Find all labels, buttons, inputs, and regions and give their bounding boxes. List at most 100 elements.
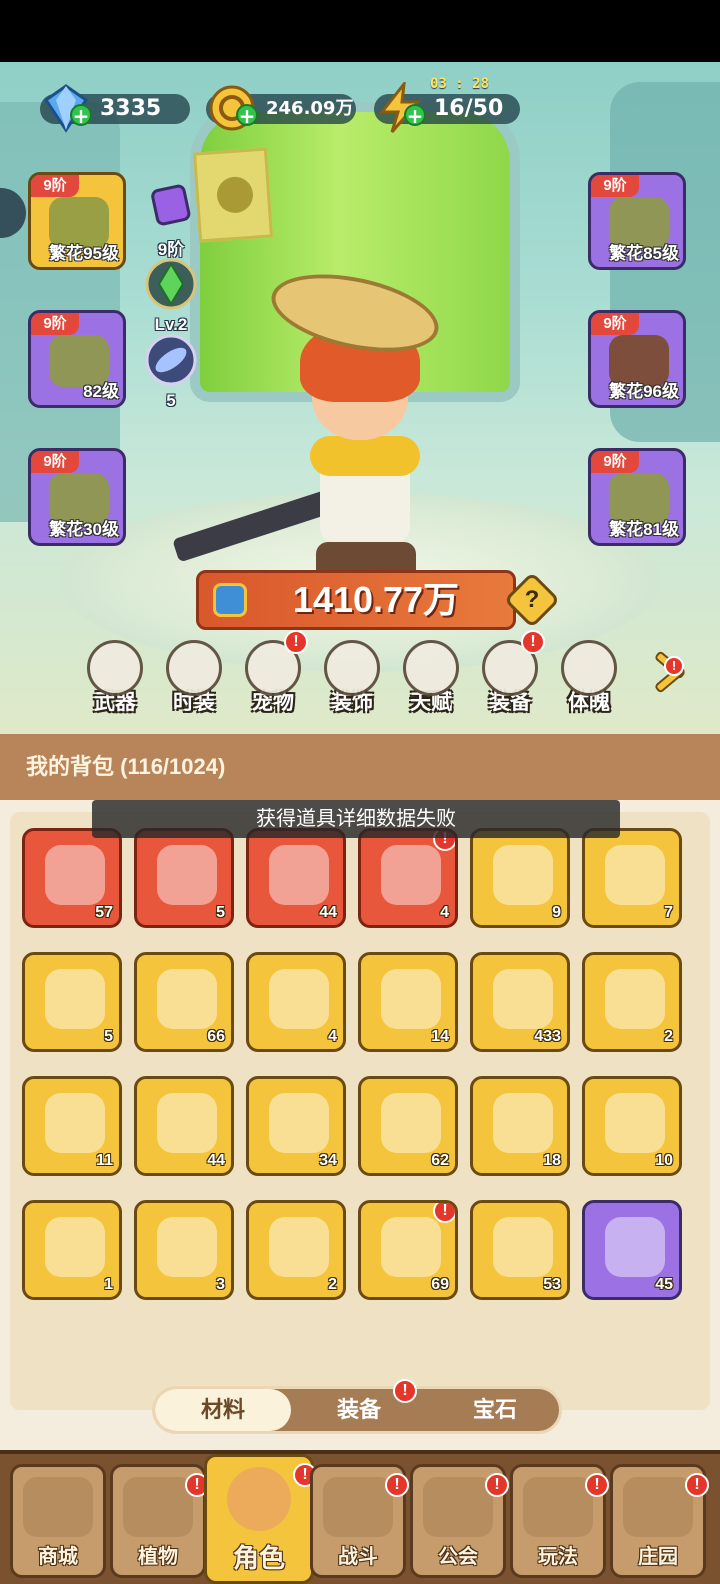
inventory-item[interactable]: 5: [22, 952, 122, 1052]
inventory-item[interactable]: 7: [582, 828, 682, 928]
equip-slot-shirt[interactable]: 9阶 繁花85级: [588, 172, 686, 270]
orb-badge[interactable]: 5: [142, 334, 200, 411]
inventory-item[interactable]: 53: [470, 1200, 570, 1300]
inventory-item[interactable]: 57: [22, 828, 122, 928]
status-bar: [0, 0, 720, 62]
constellation-icon: [403, 640, 459, 696]
inventory-item[interactable]: 66: [134, 952, 234, 1052]
energy-value: 16/50: [434, 96, 504, 121]
item-count: 9: [552, 904, 561, 921]
inventory-item[interactable]: 18: [470, 1076, 570, 1176]
item-count: 7: [664, 904, 673, 921]
nav-gameplay[interactable]: 玩法!: [510, 1464, 609, 1578]
inventory-item[interactable]: 9: [470, 828, 570, 928]
equip-level: 82级: [83, 382, 119, 401]
inventory-item[interactable]: 1: [22, 1200, 122, 1300]
equip-slot-gloves[interactable]: 9阶 82级: [28, 310, 126, 408]
inventory-item[interactable]: 44: [134, 1076, 234, 1176]
item-count: 2: [664, 1028, 673, 1045]
energy-counter[interactable]: + 16/50: [374, 82, 520, 133]
mask-icon: [324, 640, 380, 696]
alert-icon: !: [585, 1473, 609, 1497]
item-count: 10: [655, 1152, 673, 1169]
item-count: 4: [440, 904, 449, 921]
item-count: 57: [95, 904, 113, 921]
nav-label: 商城: [38, 1546, 78, 1568]
inventory-item[interactable]: 69!: [358, 1200, 458, 1300]
equip-level: 繁花81级: [609, 520, 679, 539]
nav-guild[interactable]: 公会!: [410, 1464, 509, 1578]
item-count: 2: [328, 1276, 337, 1293]
gem-level: Lv.2: [154, 315, 188, 334]
inventory-category-tabs: 材料 装备 宝石 !: [152, 1379, 563, 1434]
tab-gems[interactable]: 宝石: [427, 1389, 563, 1431]
emblem-icon: [151, 184, 191, 226]
nav-battle[interactable]: 战斗!: [310, 1464, 409, 1578]
equip-slot-hat[interactable]: 9阶 繁花95级: [28, 172, 126, 270]
inventory-item[interactable]: 34: [246, 1076, 346, 1176]
inventory-item[interactable]: 2: [246, 1200, 346, 1300]
inventory-title: 我的背包 (116/1024): [0, 734, 720, 800]
nav-character[interactable]: 角色!: [204, 1454, 317, 1584]
guild-icon: [423, 1477, 493, 1537]
inventory-grid[interactable]: 57 5 44 4! 9 7 5 66 4 14 433 2 11 44 34 62 18 10 1 3 2 69! 53 4…: [10, 812, 710, 1410]
golden-flower-icon: [269, 969, 329, 1029]
tier-badge: 9阶: [591, 451, 639, 473]
character-icon: [227, 1467, 291, 1531]
inventory-item[interactable]: 5: [134, 828, 234, 928]
item-count: 4: [328, 1028, 337, 1045]
equip-slot-pants[interactable]: 9阶 繁花30级: [28, 448, 126, 546]
equip-level: 繁花85级: [609, 244, 679, 263]
tab-decoration[interactable]: 装饰: [319, 640, 385, 720]
emblem-badge[interactable]: 9阶: [142, 182, 200, 260]
item-count: 3: [216, 1276, 225, 1293]
inventory-item[interactable]: 14: [358, 952, 458, 1052]
nav-label: 公会: [438, 1546, 478, 1568]
inventory-item[interactable]: 62: [358, 1076, 458, 1176]
tier-badge: 9阶: [31, 313, 79, 335]
nav-manor[interactable]: 庄园!: [610, 1464, 709, 1578]
orb-icon: [145, 334, 197, 386]
battle-icon: [323, 1477, 393, 1537]
inventory-item[interactable]: 2: [582, 952, 682, 1052]
inventory-item[interactable]: 4!: [358, 828, 458, 928]
gem-icon: [145, 258, 197, 310]
rune-stone-icon: [381, 969, 441, 1029]
tab-talent[interactable]: 天赋: [398, 640, 464, 720]
sprayer-icon: [269, 1093, 329, 1153]
tab-weapon[interactable]: 武器: [82, 640, 148, 720]
red-gem-icon: [45, 1217, 105, 1277]
inventory-item[interactable]: 11: [22, 1076, 122, 1176]
tab-equipment[interactable]: 装备 !: [477, 630, 545, 720]
nav-plants[interactable]: 植物!: [110, 1464, 209, 1578]
skull-scroll-icon: [605, 845, 665, 905]
diamond-counter[interactable]: + 3335: [40, 84, 190, 133]
inventory-item[interactable]: 44: [246, 828, 346, 928]
inventory-item[interactable]: 3: [134, 1200, 234, 1300]
item-count: 433: [534, 1028, 561, 1045]
physique-icon: [561, 640, 617, 696]
combat-power-banner: 1410.77万: [196, 570, 516, 630]
tab-materials[interactable]: 材料: [155, 1389, 291, 1431]
inventory-item[interactable]: 45: [582, 1200, 682, 1300]
expand-tabs-button[interactable]: !: [650, 650, 690, 694]
inventory-item[interactable]: 10: [582, 1076, 682, 1176]
inventory-item[interactable]: 433: [470, 952, 570, 1052]
equip-slot-belt[interactable]: 9阶 繁花96级: [588, 310, 686, 408]
add-diamond-icon[interactable]: +: [70, 104, 92, 126]
tab-physique[interactable]: 体魄: [556, 640, 622, 720]
gem-badge[interactable]: Lv.2: [142, 258, 200, 335]
add-gold-icon[interactable]: +: [236, 104, 258, 126]
item-count: 5: [216, 904, 225, 921]
gold-counter[interactable]: + 246.09万: [206, 85, 356, 131]
spell-book-icon: [381, 1093, 441, 1153]
nav-shop[interactable]: 商城: [10, 1464, 106, 1578]
equip-slot-boots[interactable]: 9阶 繁花81级: [588, 448, 686, 546]
item-count: 1: [104, 1276, 113, 1293]
add-energy-icon[interactable]: +: [404, 104, 426, 126]
tab-outfit[interactable]: 时装: [161, 640, 227, 720]
inventory-item[interactable]: 4: [246, 952, 346, 1052]
item-count: 5: [104, 1028, 113, 1045]
plants-icon: [123, 1477, 193, 1537]
tab-pet[interactable]: 宠物 !: [240, 630, 308, 720]
